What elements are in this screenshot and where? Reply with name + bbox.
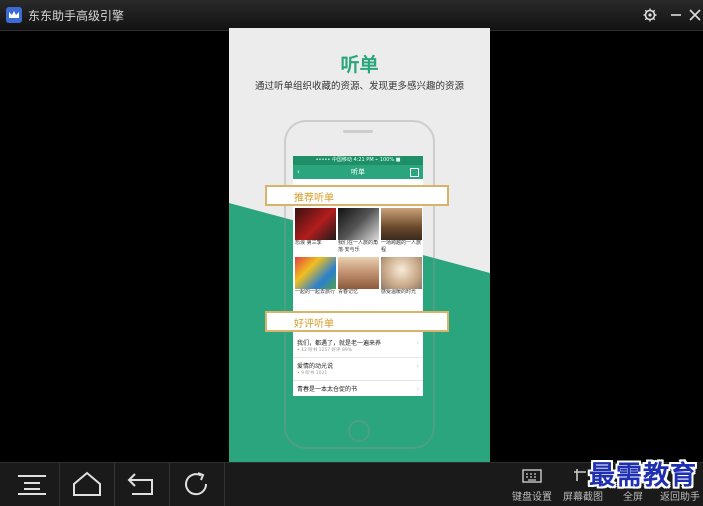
list-item[interactable]: 恐浪 第三季 — [295, 208, 336, 254]
top-rated-banner: 好评听单 — [265, 311, 449, 332]
recommended-banner: 推荐听单 — [265, 185, 449, 206]
title-bar: 东东助手高级引擎 — [0, 0, 703, 31]
list-item[interactable]: 一场跨越的一人旅程 — [381, 208, 422, 254]
thumb-caption: 感受温暖的时光 — [381, 289, 417, 295]
back-chevron-icon[interactable]: ‹ — [297, 165, 300, 179]
cover-image — [381, 208, 422, 240]
list-item[interactable]: 我们，都遇了，就是老一遍来养 • 12 听书 1257 好评 89% › — [293, 335, 423, 358]
chevron-right-icon: › — [416, 386, 419, 393]
home-icon — [73, 471, 101, 496]
recommended-label: 推荐听单 — [294, 193, 334, 204]
emulator-screen[interactable]: 听单 通过听单组织收藏的资源、发现更多感兴趣的资源 ••••• 中国移动 4:2… — [229, 28, 490, 462]
list-item[interactable]: 爱情的动光说 • 9 听书 1021 › — [293, 358, 423, 381]
close-icon[interactable] — [685, 5, 703, 25]
back-arrow-icon — [127, 473, 153, 495]
top-rated-list: 我们，都遇了，就是老一遍来养 • 12 听书 1257 好评 89% › 爱情的… — [293, 335, 423, 396]
minimize-icon[interactable] — [666, 5, 686, 25]
phone-nav-bar: ‹ 听单 — [293, 165, 423, 179]
chevron-right-icon: › — [416, 340, 419, 347]
screen-subtitle: 通过听单组织收藏的资源、发现更多感兴趣的资源 — [254, 81, 464, 92]
cover-image — [338, 257, 379, 289]
thumb-caption: 我们在一人旅的角落·安与乐 — [338, 240, 379, 253]
list-item-title: 爱情的动光说 — [297, 363, 334, 370]
back-button[interactable] — [114, 463, 170, 506]
thumb-caption: 恐浪 第三季 — [295, 240, 322, 246]
menu-grid-icon[interactable] — [410, 168, 419, 177]
keyboard-icon — [522, 469, 542, 483]
thumb-caption: 一起的一起去旅行 — [295, 289, 336, 295]
window-title: 东东助手高级引擎 — [28, 9, 125, 23]
cover-image — [338, 208, 379, 240]
list-item-meta: • 9 听书 1021 — [297, 371, 328, 376]
home-button[interactable] — [59, 463, 115, 506]
menu-icon — [18, 475, 46, 495]
rotate-icon — [185, 472, 208, 496]
screen-heading: 听单 — [340, 54, 379, 76]
thumb-caption: 青春记忆 — [338, 289, 359, 295]
settings-gear-icon[interactable] — [640, 5, 660, 25]
list-item[interactable]: 我们在一人旅的角落·安与乐 — [338, 208, 379, 254]
list-item-meta: • 12 听书 1257 好评 89% — [297, 348, 352, 353]
phone-status-bar: ••••• 中国移动 4:21 PM ⌁ 100% ■ — [293, 156, 423, 165]
recommended-grid: 恐浪 第三季 我们在一人旅的角落·安与乐 一场跨越的一人旅程 一起的一起去旅行 — [293, 208, 423, 306]
thumb-caption: 一场跨越的一人旅程 — [381, 240, 422, 253]
list-item-title: 我们，都遇了，就是老一遍来养 — [297, 340, 382, 347]
list-item[interactable]: 一起的一起去旅行 — [295, 257, 336, 303]
cover-image — [295, 257, 336, 289]
phone-nav-title: 听单 — [351, 168, 365, 176]
top-rated-label: 好评听单 — [294, 319, 334, 330]
chevron-right-icon: › — [416, 363, 419, 370]
menu-button[interactable] — [4, 463, 60, 506]
rotate-button[interactable] — [169, 463, 225, 506]
list-item[interactable]: 青春是一本太仓促的书 › — [293, 381, 423, 396]
list-item[interactable]: 感受温暖的时光 — [381, 257, 422, 303]
crown-logo-icon — [6, 7, 22, 23]
watermark-logo: 最需教育 — [588, 461, 697, 491]
list-item[interactable]: 青春记忆 — [338, 257, 379, 303]
list-item-title: 青春是一本太仓促的书 — [297, 386, 358, 393]
cover-image — [295, 208, 336, 240]
cover-image — [381, 257, 422, 289]
